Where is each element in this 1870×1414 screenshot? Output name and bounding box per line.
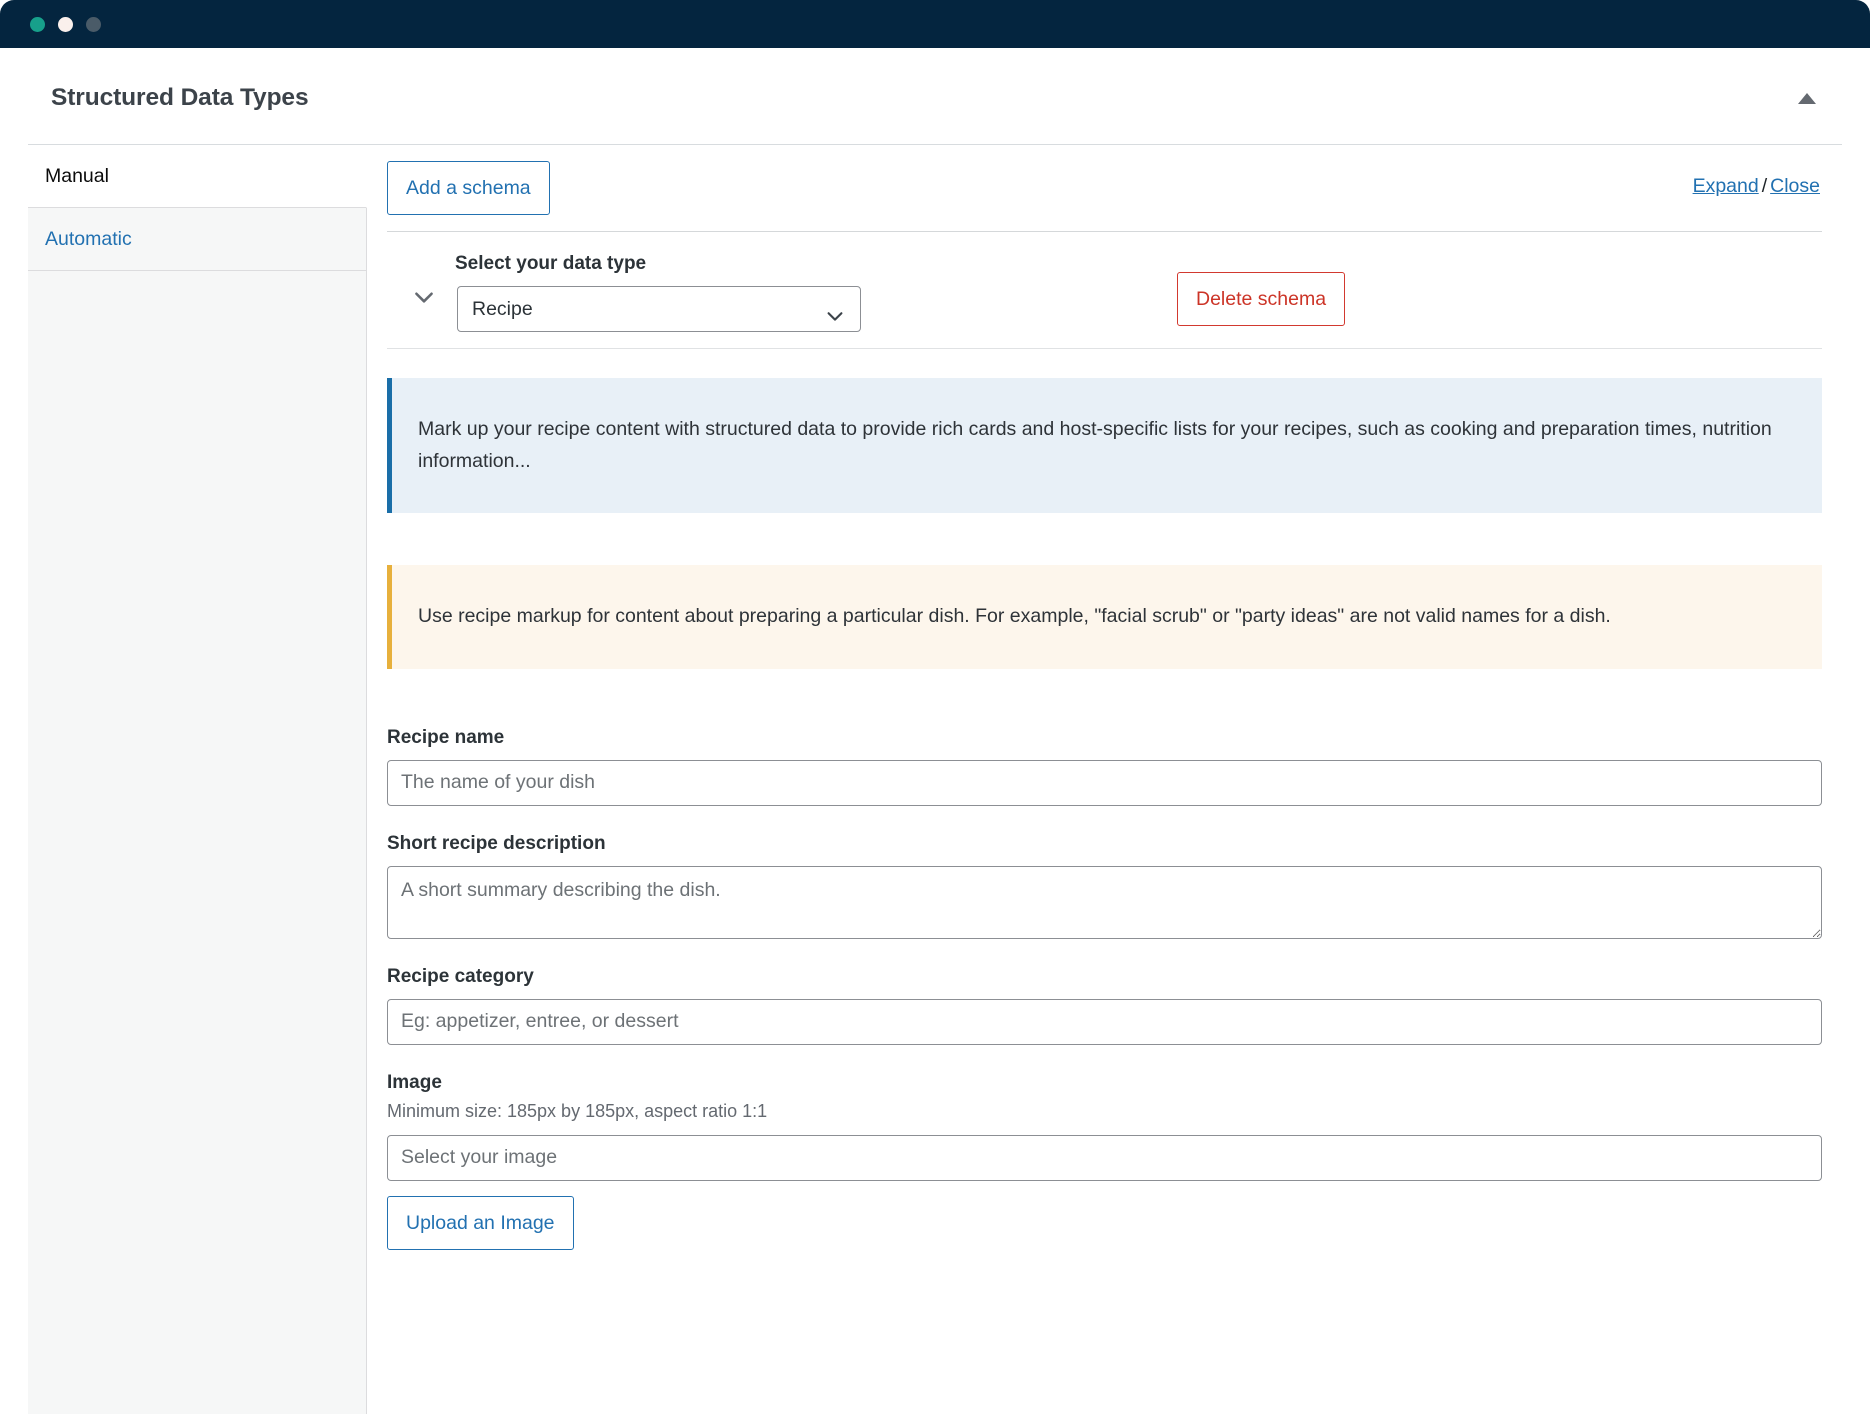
field-label: Image: [387, 1071, 442, 1093]
field-recipe-category: Recipe category: [387, 966, 1822, 1045]
schema-card: Select your data type Recipe Delete sche…: [387, 231, 1822, 1250]
structured-data-panel: Structured Data Types Manual Automatic A…: [0, 48, 1870, 1414]
short-description-textarea[interactable]: [387, 865, 1822, 939]
close-dot[interactable]: [30, 17, 45, 32]
window-controls: [30, 17, 101, 32]
sidebar-item-label: Manual: [45, 164, 109, 187]
panel-collapse-toggle[interactable]: [1792, 86, 1822, 110]
delete-schema-button[interactable]: Delete schema: [1177, 272, 1346, 326]
schema-fields: Recipe name Short recipe description Rec…: [387, 669, 1822, 1250]
caret-up-icon: [1798, 92, 1816, 104]
field-short-description: Short recipe description: [387, 833, 1822, 939]
chevron-down-icon: [824, 299, 846, 343]
metabox-content: Add a schema Expand / Close Select your da: [367, 145, 1842, 1414]
data-type-select[interactable]: Recipe: [457, 286, 861, 332]
schema-header: Select your data type Recipe Delete sche…: [387, 232, 1822, 349]
recipe-name-input[interactable]: [387, 759, 1822, 806]
app-window: Structured Data Types Manual Automatic A…: [0, 0, 1870, 1414]
sidebar-item-manual[interactable]: Manual: [28, 145, 367, 208]
schema-info-notice: Mark up your recipe content with structu…: [387, 378, 1822, 514]
metabox-sidebar: Manual Automatic: [28, 145, 367, 1414]
metabox-header: Structured Data Types: [28, 48, 1842, 145]
window-titlebar: [0, 0, 1870, 48]
content-toolbar: Add a schema Expand / Close: [387, 145, 1822, 231]
upload-image-button[interactable]: Upload an Image: [387, 1195, 574, 1250]
maximize-dot[interactable]: [86, 17, 101, 32]
field-image: Image Minimum size: 185px by 185px, aspe…: [387, 1072, 1822, 1250]
links-separator: /: [1761, 175, 1768, 197]
sidebar-item-automatic[interactable]: Automatic: [28, 208, 366, 271]
field-label: Recipe category: [387, 965, 534, 987]
schema-warning-notice: Use recipe markup for content about prep…: [387, 565, 1822, 669]
close-link[interactable]: Close: [1770, 175, 1820, 197]
recipe-category-input[interactable]: [387, 998, 1822, 1045]
sidebar-item-label: Automatic: [45, 227, 132, 250]
data-type-select-box[interactable]: Recipe: [457, 286, 861, 332]
field-label: Recipe name: [387, 726, 505, 748]
add-schema-button[interactable]: Add a schema: [387, 161, 550, 215]
field-recipe-name: Recipe name: [387, 727, 1822, 806]
data-type-label: Select your data type: [455, 253, 647, 274]
minimize-dot[interactable]: [58, 17, 73, 32]
expand-link[interactable]: Expand: [1693, 175, 1759, 197]
image-size-hint: Minimum size: 185px by 185px, aspect rat…: [387, 1100, 768, 1121]
expand-close-links: Expand / Close: [1693, 175, 1820, 198]
field-label: Short recipe description: [387, 832, 606, 854]
data-type-selected-value: Recipe: [472, 298, 533, 320]
page-title: Structured Data Types: [51, 84, 309, 111]
image-select-input[interactable]: [387, 1134, 1822, 1181]
metabox-body: Manual Automatic Add a schema Expand / Clo…: [28, 145, 1842, 1414]
chevron-down-icon[interactable]: [411, 284, 437, 310]
